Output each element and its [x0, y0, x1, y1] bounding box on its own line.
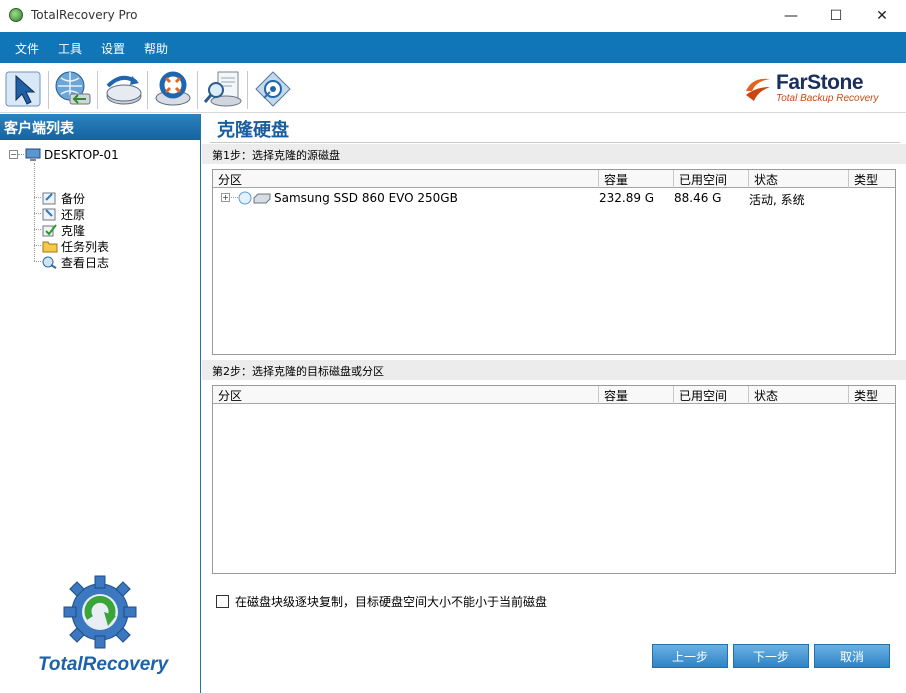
- tree-collapse-icon[interactable]: −: [9, 150, 18, 159]
- step2-label: 第2步：选择克隆的目标磁盘或分区: [202, 360, 906, 380]
- task-folder-icon: [42, 239, 58, 253]
- block-copy-option[interactable]: 在磁盘块级逐块复制，目标硬盘空间大小不能小于当前磁盘: [216, 593, 547, 610]
- network-restore-icon[interactable]: [52, 68, 94, 110]
- menu-help[interactable]: 帮助: [144, 40, 168, 57]
- sidebar-item-backup[interactable]: 备份: [42, 190, 85, 206]
- computer-icon: [25, 148, 41, 162]
- table-row[interactable]: + Samsung SSD 860 EVO 250GB 232.89 G 88.…: [213, 188, 895, 210]
- col-status[interactable]: 状态: [749, 170, 849, 188]
- disk-radio-icon[interactable]: [238, 191, 252, 208]
- menu-tools[interactable]: 工具: [58, 40, 82, 57]
- sidebar-item-label: 查看日志: [61, 254, 109, 271]
- page-title: 克隆硬盘: [217, 116, 289, 142]
- main-content: 克隆硬盘 第1步：选择克隆的源磁盘 分区 容量 已用空间 状态 类型 + Sam…: [202, 114, 906, 693]
- col-type[interactable]: 类型: [849, 170, 895, 188]
- partition-name: Samsung SSD 860 EVO 250GB: [274, 191, 458, 205]
- col-partition[interactable]: 分区: [213, 170, 599, 188]
- table-header: 分区 容量 已用空间 状态 类型: [213, 386, 895, 404]
- source-disk-table: 分区 容量 已用空间 状态 类型 + Samsung SSD 860 EVO 2…: [212, 169, 896, 355]
- menu-file[interactable]: 文件: [15, 40, 39, 57]
- cancel-button[interactable]: 取消: [814, 644, 890, 668]
- title-bar: TotalRecovery Pro — ☐ ✕: [0, 0, 906, 32]
- close-button[interactable]: ✕: [859, 0, 905, 32]
- sidebar-item-label: 任务列表: [61, 238, 109, 255]
- minimize-button[interactable]: —: [768, 0, 814, 32]
- sidebar-item-clone[interactable]: 克隆: [42, 222, 85, 238]
- partition-status: 活动, 系统: [749, 191, 805, 208]
- next-button[interactable]: 下一步: [733, 644, 809, 668]
- settings-disk-icon[interactable]: [252, 68, 294, 110]
- col-partition[interactable]: 分区: [213, 386, 599, 404]
- brand-name: FarStone: [776, 71, 863, 95]
- sidebar-item-view-log[interactable]: 查看日志: [42, 254, 109, 270]
- logo-text: TotalRecovery: [38, 654, 168, 676]
- sidebar-item-task-list[interactable]: 任务列表: [42, 238, 109, 254]
- partition-used: 88.46 G: [674, 191, 721, 205]
- search-disk-icon[interactable]: [202, 68, 244, 110]
- col-capacity[interactable]: 容量: [599, 386, 674, 404]
- block-copy-checkbox[interactable]: [216, 595, 229, 608]
- col-type[interactable]: 类型: [849, 386, 895, 404]
- step1-label: 第1步：选择克隆的源磁盘: [202, 144, 906, 164]
- sidebar-item-label: 克隆: [61, 222, 85, 239]
- maximize-button[interactable]: ☐: [813, 0, 859, 32]
- col-used[interactable]: 已用空间: [674, 386, 749, 404]
- sidebar-item-restore[interactable]: 还原: [42, 206, 85, 222]
- backup-disk-icon[interactable]: [102, 68, 144, 110]
- col-capacity[interactable]: 容量: [599, 170, 674, 188]
- select-pointer-icon[interactable]: [4, 68, 46, 110]
- col-used[interactable]: 已用空间: [674, 170, 749, 188]
- backup-icon: [42, 191, 58, 205]
- target-disk-table: 分区 容量 已用空间 状态 类型: [212, 385, 896, 574]
- client-tree: − DESKTOP-01 备份 还原: [0, 140, 200, 520]
- app-icon: [9, 8, 23, 22]
- totalrecovery-logo: TotalRecovery: [36, 572, 176, 684]
- client-list-header: 客户端列表: [0, 114, 200, 140]
- menu-bar: 文件 工具 设置 帮助: [0, 32, 906, 63]
- partition-capacity: 232.89 G: [599, 191, 654, 205]
- menu-settings[interactable]: 设置: [101, 40, 125, 57]
- row-expand-icon[interactable]: +: [221, 193, 230, 202]
- block-copy-label: 在磁盘块级逐块复制，目标硬盘空间大小不能小于当前磁盘: [235, 593, 547, 610]
- tree-root-label: DESKTOP-01: [44, 148, 119, 162]
- table-header: 分区 容量 已用空间 状态 类型: [213, 170, 895, 188]
- sidebar-item-label: 还原: [61, 206, 85, 223]
- hard-disk-icon: [253, 192, 271, 207]
- toolbar: FarStone Total Backup Recovery: [0, 63, 906, 113]
- log-icon: [42, 255, 58, 269]
- brand-tagline: Total Backup Recovery: [776, 93, 878, 104]
- restore-icon: [42, 207, 58, 221]
- gear-logo-icon: [60, 572, 140, 652]
- clone-icon: [42, 223, 58, 237]
- window-title: TotalRecovery Pro: [31, 8, 138, 22]
- prev-button[interactable]: 上一步: [652, 644, 728, 668]
- sidebar-item-label: 备份: [61, 190, 85, 207]
- col-status[interactable]: 状态: [749, 386, 849, 404]
- tree-root-desktop[interactable]: DESKTOP-01: [25, 147, 119, 163]
- rescue-disk-icon[interactable]: [152, 68, 194, 110]
- farstone-logo: FarStone Total Backup Recovery: [742, 71, 892, 107]
